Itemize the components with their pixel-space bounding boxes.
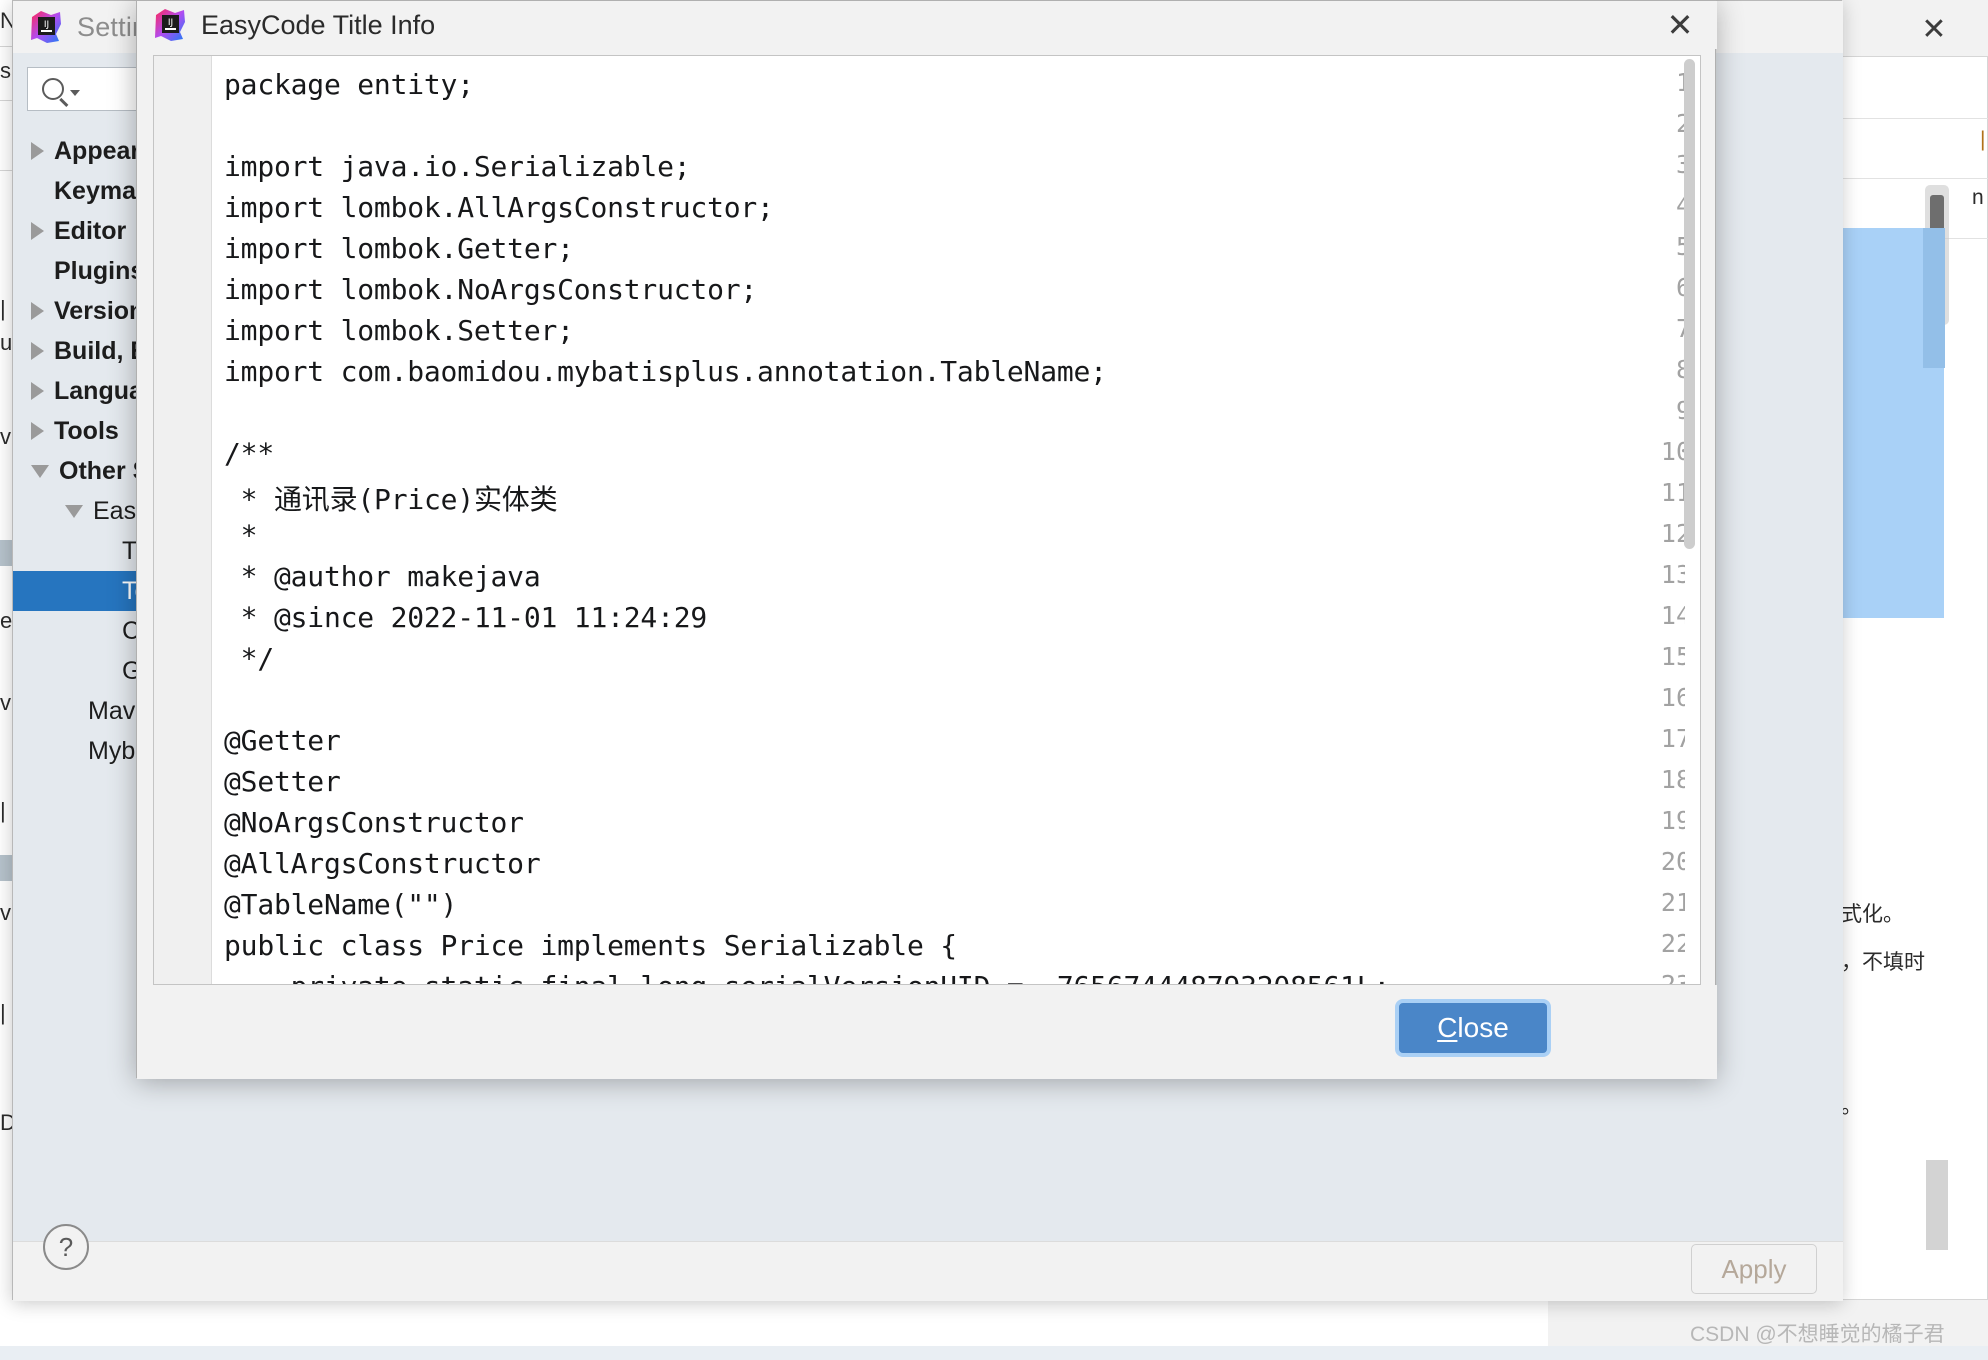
chevron-right-icon[interactable] xyxy=(31,222,44,240)
line-number: 13 xyxy=(1660,560,1691,589)
code-line: @Getter xyxy=(224,724,341,757)
code-line: * @author makejava xyxy=(224,560,541,593)
code-line: private static final long serialVersionU… xyxy=(224,970,1391,984)
line-number: 19 xyxy=(1660,806,1691,835)
line-number: 15 xyxy=(1660,642,1691,671)
apply-button[interactable]: Apply xyxy=(1691,1244,1817,1294)
code-line: import java.io.Serializable; xyxy=(224,150,691,183)
intellij-idea-logo-icon: IJ xyxy=(29,10,63,44)
bg-fragment: | xyxy=(1980,128,1986,151)
window-close-icon[interactable]: ✕ xyxy=(1880,0,1988,58)
line-number: 18 xyxy=(1660,765,1691,794)
line-number: 16 xyxy=(1660,683,1691,712)
code-line: */ xyxy=(224,642,275,675)
chevron-right-icon[interactable] xyxy=(31,342,44,360)
code-line: * xyxy=(224,519,258,552)
line-number: 22 xyxy=(1660,929,1691,958)
scrollbar-thumb-secondary[interactable] xyxy=(1926,1160,1948,1250)
code-line: * 通讯录(Price)实体类 xyxy=(224,483,558,516)
close-icon[interactable]: ✕ xyxy=(1643,1,1717,49)
code-line: import lombok.NoArgsConstructor; xyxy=(224,273,758,306)
bg-fragment: n xyxy=(1972,186,1984,209)
line-number: 14 xyxy=(1660,601,1691,630)
code-line: package entity; xyxy=(224,68,474,101)
svg-text:IJ: IJ xyxy=(44,20,49,30)
close-button-label: Close xyxy=(1437,1012,1509,1043)
code-line: public class Price implements Serializab… xyxy=(224,929,957,962)
selection-highlight-secondary xyxy=(1923,228,1945,368)
chevron-right-icon[interactable] xyxy=(31,382,44,400)
easycode-titlebar: IJ EasyCode Title Info ✕ xyxy=(137,1,1717,49)
intellij-idea-logo-icon: IJ xyxy=(153,8,187,42)
close-button[interactable]: Close xyxy=(1395,999,1551,1057)
watermark: CSDN @不想睡觉的橘子君 xyxy=(1690,1323,1945,1346)
easycode-dialog-title: EasyCode Title Info xyxy=(201,9,436,40)
code-line: import com.baomidou.mybatisplus.annotati… xyxy=(224,355,1107,388)
code-editor[interactable]: 1package entity;23import java.io.Seriali… xyxy=(153,55,1701,985)
settings-footer: ? Apply xyxy=(13,1224,1843,1301)
chevron-right-icon[interactable] xyxy=(31,422,44,440)
code-line: @TableName("") xyxy=(224,888,458,921)
line-number: 17 xyxy=(1660,724,1691,753)
code-line: /** xyxy=(224,437,274,470)
easycode-title-info-dialog: IJ EasyCode Title Info ✕ 1package entity… xyxy=(136,0,1717,1079)
code-line: * @since 2022-11-01 11:24:29 xyxy=(224,601,708,634)
search-icon xyxy=(42,78,64,100)
svg-text:IJ: IJ xyxy=(168,18,173,28)
divider xyxy=(1822,118,1988,119)
taskbar xyxy=(0,1346,1988,1360)
line-number: 20 xyxy=(1660,847,1691,876)
line-number: 21 xyxy=(1660,888,1691,917)
chevron-down-icon[interactable] xyxy=(31,464,49,478)
chevron-down-icon[interactable] xyxy=(70,90,80,96)
code-line: @Setter xyxy=(224,765,341,798)
help-button[interactable]: ? xyxy=(43,1224,89,1270)
editor-scrollbar-thumb[interactable] xyxy=(1684,59,1695,549)
chevron-down-icon[interactable] xyxy=(65,504,83,518)
sidebar-item-label: Plugins xyxy=(54,256,145,285)
divider xyxy=(1822,178,1988,179)
sidebar-item-label: Tools xyxy=(54,416,119,445)
sidebar-item-label: Version xyxy=(54,296,145,325)
code-line: @NoArgsConstructor xyxy=(224,806,524,839)
easycode-footer: Close xyxy=(137,985,1717,1079)
editor-scrollbar-track[interactable] xyxy=(1684,57,1698,984)
code-line: import lombok.AllArgsConstructor; xyxy=(224,191,774,224)
chevron-right-icon[interactable] xyxy=(31,302,44,320)
sidebar-item-label: Editor xyxy=(54,216,127,245)
screen-root: N s | u v e v | v | D | n 格式化。 号，不填时 ) 文… xyxy=(0,0,1988,1360)
code-line: import lombok.Getter; xyxy=(224,232,574,265)
editor-gutter xyxy=(154,56,212,984)
line-number: 23 xyxy=(1660,970,1691,985)
code-line: @AllArgsConstructor xyxy=(224,847,541,880)
chevron-right-icon[interactable] xyxy=(31,142,44,160)
code-line: import lombok.Setter; xyxy=(224,314,574,347)
